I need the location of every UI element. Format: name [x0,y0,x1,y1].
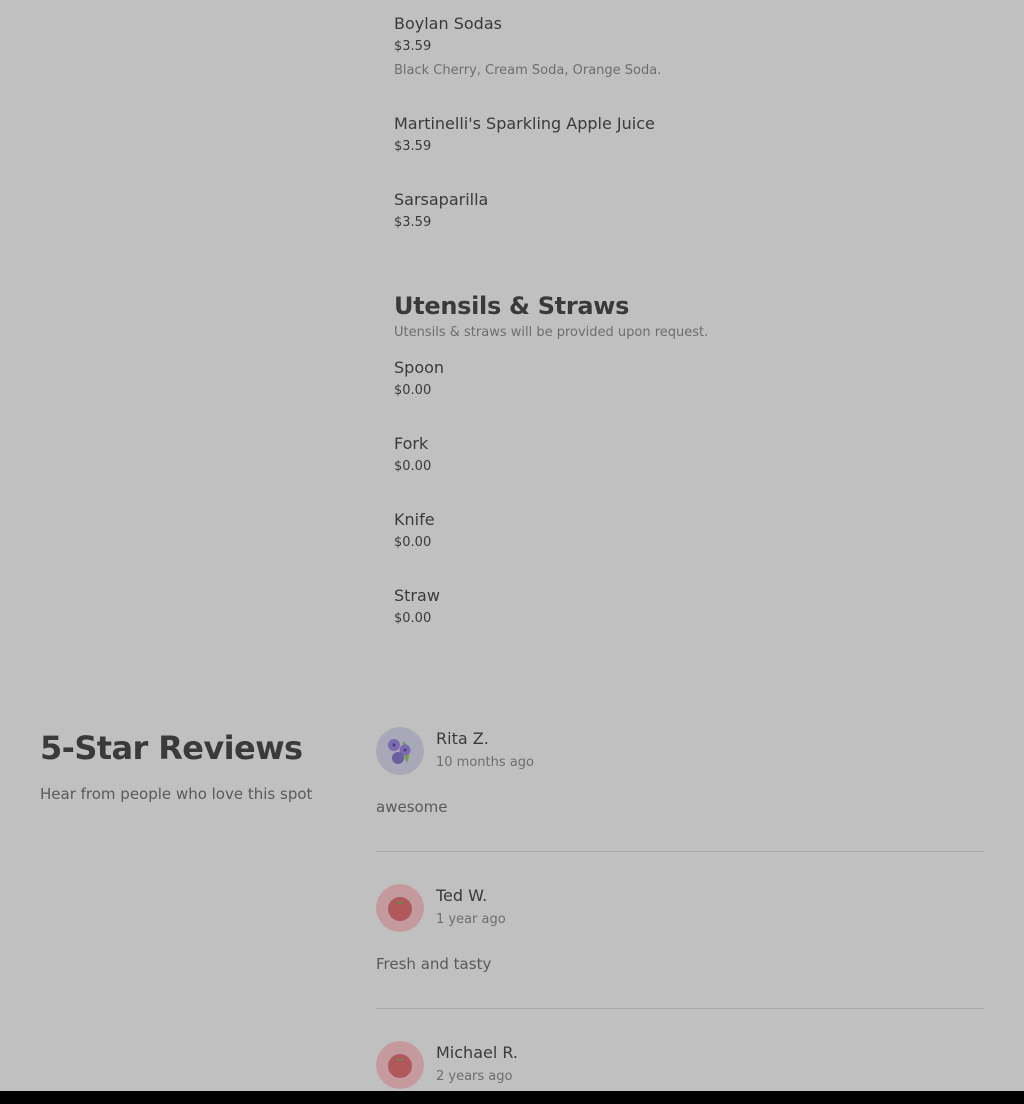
tomato-icon [376,884,424,932]
divider [376,851,984,852]
avatar [376,884,424,932]
review-time: 2 years ago [436,1069,513,1084]
menu-item-price: $0.00 [394,611,432,626]
review-text: awesome [376,798,448,816]
avatar [376,727,424,775]
menu-item-fork[interactable]: Fork $0.00 [394,434,431,475]
reviewer-name: Ted W. [436,886,488,905]
section-title: Utensils & Straws [394,292,630,320]
avatar [376,1041,424,1089]
menu-item-knife[interactable]: Knife $0.00 [394,510,435,551]
menu-item-price: $0.00 [394,459,432,474]
menu-item-name: Martinelli's Sparkling Apple Juice [394,114,655,133]
menu-item-description: Black Cherry, Cream Soda, Orange Soda. [394,63,662,78]
menu-item-price: $3.59 [394,215,432,230]
menu-item-price: $3.59 [394,139,432,154]
menu-item-spoon[interactable]: Spoon $0.00 [394,358,444,399]
blueberry-icon [376,727,424,775]
menu-item-name: Boylan Sodas [394,14,502,33]
menu-item-price: $0.00 [394,535,432,550]
reviewer-name: Michael R. [436,1043,518,1062]
reviews-heading: 5-Star Reviews [40,729,303,767]
review-time: 1 year ago [436,912,506,927]
menu-item-boylan-sodas[interactable]: Boylan Sodas $3.59 Black Cherry, Cream S… [394,14,661,79]
menu-item-price: $3.59 [394,39,432,54]
menu-item-straw[interactable]: Straw $0.00 [394,586,440,627]
menu-item-martinellis[interactable]: Martinelli's Sparkling Apple Juice $3.59 [394,114,655,155]
review-text: Fresh and tasty [376,955,492,973]
divider [376,1008,984,1009]
section-subtitle: Utensils & straws will be provided upon … [394,325,709,340]
menu-item-name: Sarsaparilla [394,190,489,209]
menu-item-name: Fork [394,434,429,453]
menu-item-price: $0.00 [394,383,432,398]
bottom-bar [0,1091,1024,1104]
menu-item-name: Knife [394,510,435,529]
menu-item-sarsaparilla[interactable]: Sarsaparilla $3.59 [394,190,488,231]
reviewer-name: Rita Z. [436,729,489,748]
reviews-subheading: Hear from people who love this spot [40,785,313,803]
menu-item-name: Spoon [394,358,445,377]
review-time: 10 months ago [436,755,534,770]
menu-item-name: Straw [394,586,440,605]
tomato-icon [376,1041,424,1089]
